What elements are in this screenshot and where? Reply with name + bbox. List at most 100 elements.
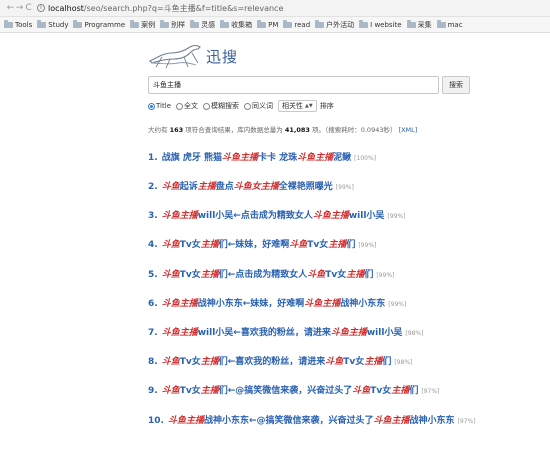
bookmark-item[interactable]: Programme <box>73 19 125 29</box>
result-item[interactable]: 3. 斗鱼主播 will小吴←点击成为精致女人 斗鱼主播 will小吴 [99%] <box>148 208 405 222</box>
result-title-text[interactable]: 们←妹妹，好难啊 <box>219 237 290 250</box>
result-highlight[interactable]: 斗鱼 <box>162 267 180 280</box>
option-fuzzy[interactable]: 模糊搜索 <box>203 101 239 111</box>
result-title-text[interactable]: 战神小东东 <box>340 296 385 309</box>
result-highlight[interactable]: 斗鱼主播 <box>304 296 340 309</box>
bookmark-item[interactable]: 采集 <box>406 19 432 30</box>
result-title-text[interactable]: 们 <box>364 267 373 280</box>
result-title-text[interactable]: Tv女 <box>180 354 201 367</box>
result-title-text[interactable]: Tv女 <box>180 383 201 396</box>
result-highlight[interactable]: 斗鱼 <box>325 354 343 367</box>
result-title-text[interactable]: 盘点 <box>216 179 234 192</box>
result-highlight[interactable]: 斗鱼 <box>162 237 180 250</box>
result-title-text[interactable]: 战神小东东 <box>410 413 455 426</box>
result-title-text[interactable]: Tv女 <box>370 383 391 396</box>
back-button[interactable]: ← <box>6 3 15 13</box>
result-item[interactable]: 10. 斗鱼主播 战神小东东←@搞笑微信来袭，兴奋过头了 斗鱼主播 战神小东东 [97%] <box>148 413 476 427</box>
result-item[interactable]: 5. 斗鱼 Tv女 主播 们←点击成为精致女人 斗鱼 Tv女 主播们 [99%] <box>148 267 394 281</box>
result-title-text[interactable]: 卡卡 龙珠 <box>258 150 297 163</box>
result-title-text[interactable]: will小吴 <box>367 325 403 338</box>
result-highlight[interactable]: 主播 <box>391 383 409 396</box>
radio-title[interactable] <box>148 102 155 110</box>
search-button[interactable]: 搜索 <box>442 76 470 94</box>
result-highlight[interactable]: 斗鱼 <box>162 383 180 396</box>
result-highlight[interactable]: 斗鱼 <box>307 267 325 280</box>
result-highlight[interactable]: 斗鱼主播 <box>222 150 258 163</box>
xml-link[interactable]: [XML] <box>399 126 418 134</box>
result-highlight[interactable]: 斗鱼主播 <box>162 296 198 309</box>
bookmark-item[interactable]: 户外活动 <box>315 19 354 30</box>
option-title[interactable]: Title <box>148 102 171 110</box>
result-title-text[interactable]: 们 <box>409 383 418 396</box>
bookmark-item[interactable]: Tools <box>4 19 32 29</box>
result-highlight[interactable]: 主播 <box>346 267 364 280</box>
result-title-text[interactable]: 们←@搞笑微信来袭，兴奋过头了 <box>219 383 353 396</box>
radio-fulltext[interactable] <box>176 102 184 110</box>
forward-button[interactable]: → <box>15 3 24 13</box>
result-highlight[interactable]: 斗鱼主播 <box>168 413 204 426</box>
result-title-text[interactable]: will小吴←喜欢我的粉丝，请进来 <box>198 325 331 338</box>
info-icon[interactable]: i <box>37 4 45 12</box>
bookmark-item[interactable]: 收集箱 <box>220 19 252 30</box>
logo[interactable]: 迅搜 <box>148 41 258 71</box>
result-highlight[interactable]: 斗鱼主播 <box>374 413 410 426</box>
checkbox-fuzzy[interactable] <box>203 102 211 110</box>
result-title-text[interactable]: 全裸艳照曝光 <box>279 179 333 192</box>
url-field[interactable]: localhost/seo/search.php?q=斗鱼主播&f=title&… <box>48 3 283 14</box>
result-highlight[interactable]: 斗鱼主播 <box>313 208 349 221</box>
result-title-text[interactable]: 战旗 虎牙 熊猫 <box>162 150 222 163</box>
result-highlight[interactable]: 斗鱼 <box>162 354 180 367</box>
result-title-text[interactable]: 战神小东东←妹妹，好难啊 <box>198 296 305 309</box>
bookmark-item[interactable]: 别样 <box>160 19 185 30</box>
result-item[interactable]: 9. 斗鱼 Tv女 主播 们←@搞笑微信来袭，兴奋过头了 斗鱼 Tv女 主播们 [97%] <box>148 383 439 397</box>
result-highlight[interactable]: 主播 <box>201 354 219 367</box>
result-item[interactable]: 2. 斗鱼 起诉 主播 盘点 斗鱼女主播 全裸艳照曝光 [99%] <box>148 179 354 193</box>
result-title-text[interactable]: 们←点击成为精致女人 <box>219 267 308 280</box>
bookmark-item[interactable]: PM <box>257 19 278 29</box>
result-highlight[interactable]: 斗鱼主播 <box>162 325 198 338</box>
bookmark-item[interactable]: Study <box>37 19 68 29</box>
option-fulltext[interactable]: 全文 <box>176 101 198 111</box>
result-highlight[interactable]: 斗鱼主播 <box>162 208 198 221</box>
result-title-text[interactable]: 们 <box>346 237 355 250</box>
result-title-text[interactable]: 起诉 <box>180 179 198 192</box>
result-title-text[interactable]: will小吴 <box>349 208 385 221</box>
bookmark-item[interactable]: 案例 <box>130 19 155 30</box>
result-highlight[interactable]: 斗鱼 <box>162 179 180 192</box>
result-highlight[interactable]: 主播 <box>364 354 382 367</box>
result-title-text[interactable]: Tv女 <box>180 237 201 250</box>
result-highlight[interactable]: 斗鱼 <box>289 237 307 250</box>
bookmark-item[interactable]: mac <box>436 19 463 29</box>
result-title-text[interactable]: Tv女 <box>325 267 346 280</box>
result-title-text[interactable]: 们←喜欢我的粉丝，请进来 <box>219 354 326 367</box>
result-item[interactable]: 1. 战旗 虎牙 熊猫 斗鱼主播 卡卡 龙珠 斗鱼主播 泥鳅 [100%] <box>148 150 376 164</box>
result-item[interactable]: 8. 斗鱼 Tv女 主播 们←喜欢我的粉丝，请进来 斗鱼 Tv女 主播们 [98%] <box>148 354 412 368</box>
result-title-text[interactable]: Tv女 <box>343 354 364 367</box>
result-item[interactable]: 6. 斗鱼主播 战神小东东←妹妹，好难啊 斗鱼主播 战神小东东 [99%] <box>148 296 406 310</box>
result-highlight[interactable]: 斗鱼 <box>352 383 370 396</box>
result-highlight[interactable]: 主播 <box>201 267 219 280</box>
checkbox-synonym[interactable] <box>244 102 252 110</box>
result-item[interactable]: 7. 斗鱼主播 will小吴←喜欢我的粉丝，请进来 斗鱼主播 will小吴 [98%] <box>148 325 423 339</box>
result-title-text[interactable]: Tv女 <box>180 267 201 280</box>
result-title-text[interactable]: 泥鳅 <box>333 150 351 163</box>
bookmark-item[interactable]: read <box>283 19 310 29</box>
result-highlight[interactable]: 主播 <box>201 237 219 250</box>
result-highlight[interactable]: 主播 <box>328 237 346 250</box>
result-highlight[interactable]: 主播 <box>201 383 219 396</box>
result-title-text[interactable]: will小吴←点击成为精致女人 <box>198 208 313 221</box>
reload-button[interactable]: C <box>24 3 33 13</box>
result-item[interactable]: 4. 斗鱼 Tv女 主播 们←妹妹，好难啊 斗鱼 Tv女 主播们 [99%] <box>148 237 376 251</box>
result-highlight[interactable]: 斗鱼女主播 <box>234 179 279 192</box>
search-input[interactable] <box>148 76 439 94</box>
bookmark-item[interactable]: I website <box>359 19 402 29</box>
result-highlight[interactable]: 主播 <box>198 179 216 192</box>
bookmark-item[interactable]: 灵感 <box>190 19 215 30</box>
result-highlight[interactable]: 斗鱼主播 <box>297 150 333 163</box>
result-highlight[interactable]: 斗鱼主播 <box>331 325 367 338</box>
result-title-text[interactable]: Tv女 <box>307 237 328 250</box>
result-title-text[interactable]: 战神小东东←@搞笑微信来袭，兴奋过头了 <box>204 413 374 426</box>
option-synonym[interactable]: 同义词 <box>244 101 273 111</box>
result-title-text[interactable]: 们 <box>382 354 391 367</box>
sort-select[interactable]: 相关性 ▲▼ <box>278 100 317 112</box>
